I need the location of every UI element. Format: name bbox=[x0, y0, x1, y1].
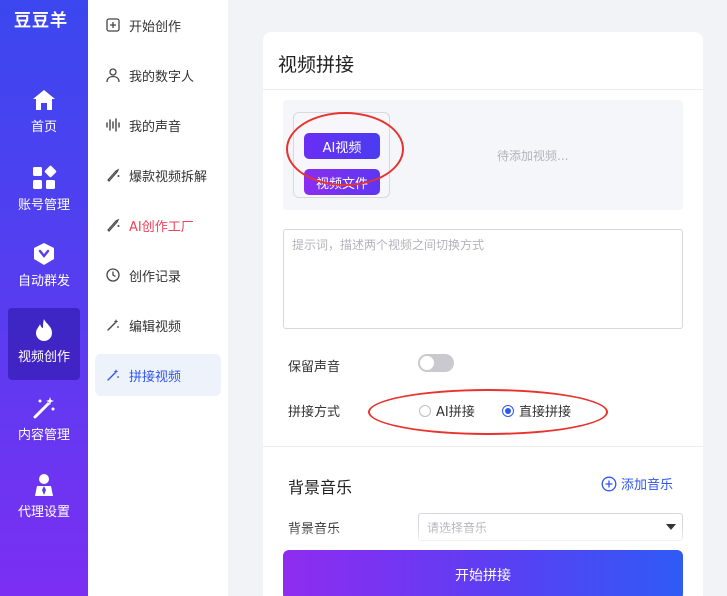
submenu-label: 我的数字人 bbox=[129, 69, 195, 85]
submenu-item-edit-video[interactable]: 编辑视频 bbox=[95, 304, 221, 346]
nav-item-accounts[interactable]: 账号管理 bbox=[8, 156, 80, 228]
video-upload-box: AI视频 视频文件 bbox=[293, 112, 390, 198]
toggle-knob bbox=[420, 356, 434, 370]
nav-item-home[interactable]: 首页 bbox=[8, 78, 80, 150]
submenu-item-viral-breakdown[interactable]: 爆款视频拆解 bbox=[95, 154, 221, 196]
radio-label: 直接拼接 bbox=[519, 405, 572, 420]
clock-icon bbox=[106, 268, 120, 282]
nav-item-proxy-settings[interactable]: 代理设置 bbox=[8, 463, 80, 535]
radio-circle bbox=[502, 404, 514, 417]
submenu-label: AI创作工厂 bbox=[129, 219, 194, 235]
pen-icon bbox=[107, 218, 120, 232]
brand-sidebar: 豆豆羊 首页 账号管理 自动群发 视频创作 内容管理 代理设置 bbox=[0, 0, 88, 596]
video-file-button[interactable]: 视频文件 bbox=[304, 169, 380, 195]
submenu-label: 爆款视频拆解 bbox=[129, 169, 208, 185]
splice-mode-label: 拼接方式 bbox=[288, 405, 341, 420]
radio-direct-splice[interactable]: 直接拼接 bbox=[502, 401, 571, 420]
add-music-label: 添加音乐 bbox=[621, 478, 674, 493]
divider bbox=[263, 446, 703, 447]
submenu-label: 我的声音 bbox=[129, 119, 182, 135]
sound-wave-icon bbox=[106, 118, 120, 132]
nav-label: 首页 bbox=[30, 120, 57, 135]
ai-video-button[interactable]: AI视频 bbox=[304, 133, 380, 159]
wand-icon bbox=[107, 319, 119, 331]
brand-logo: 豆豆羊 bbox=[14, 11, 68, 31]
radio-ai-splice[interactable]: AI拼接 bbox=[419, 401, 475, 420]
submenu-label: 拼接视频 bbox=[129, 369, 182, 385]
nav-label: 内容管理 bbox=[17, 428, 70, 443]
magic-wand-icon bbox=[33, 397, 55, 419]
video-upload-area[interactable]: AI视频 视频文件 待添加视频... bbox=[283, 100, 683, 210]
start-splice-button[interactable]: 开始拼接 bbox=[283, 550, 683, 596]
radio-circle bbox=[419, 404, 431, 417]
pen-icon bbox=[107, 168, 120, 182]
divider bbox=[263, 89, 703, 90]
sub-menu: 开始创作 我的数字人 我的声音 爆款视频拆解 AI创作工厂 创作记录 编辑视频 … bbox=[88, 0, 228, 596]
heart-shield-icon bbox=[34, 243, 54, 265]
keep-audio-toggle[interactable] bbox=[418, 354, 454, 372]
nav-label: 自动群发 bbox=[17, 274, 70, 289]
plus-circle-icon bbox=[601, 476, 617, 491]
nav-item-video-creation[interactable]: 视频创作 bbox=[8, 308, 80, 380]
grid-icon bbox=[33, 165, 57, 189]
submenu-item-my-voice[interactable]: 我的声音 bbox=[95, 104, 221, 146]
nav-label: 视频创作 bbox=[17, 350, 70, 365]
radio-label: AI拼接 bbox=[436, 405, 475, 420]
submenu-label: 开始创作 bbox=[129, 19, 182, 35]
bgm-section-title: 背景音乐 bbox=[288, 478, 353, 497]
keep-audio-label: 保留声音 bbox=[288, 360, 341, 375]
splice-panel: 视频拼接 AI视频 视频文件 待添加视频... 保留声音 拼接方式 AI拼接 直… bbox=[263, 32, 703, 596]
user-icon bbox=[106, 68, 120, 83]
wand-icon bbox=[107, 369, 119, 381]
submenu-item-start-creation[interactable]: 开始创作 bbox=[95, 4, 221, 46]
prompt-input[interactable] bbox=[283, 229, 683, 329]
page-title: 视频拼接 bbox=[278, 54, 355, 76]
upload-placeholder: 待添加视频... bbox=[497, 149, 569, 163]
person-icon bbox=[35, 474, 53, 496]
nav-label: 代理设置 bbox=[17, 505, 70, 520]
nav-label: 账号管理 bbox=[17, 198, 70, 213]
submenu-label: 创作记录 bbox=[129, 269, 182, 285]
new-doc-icon bbox=[106, 18, 120, 32]
home-icon bbox=[33, 90, 55, 110]
nav-item-content-management[interactable]: 内容管理 bbox=[8, 386, 80, 458]
submenu-label: 编辑视频 bbox=[129, 319, 182, 335]
submenu-item-ai-factory[interactable]: AI创作工厂 bbox=[95, 204, 221, 246]
submenu-item-splice-video[interactable]: 拼接视频 bbox=[95, 354, 221, 396]
flame-icon bbox=[36, 319, 52, 341]
nav-item-auto-send[interactable]: 自动群发 bbox=[8, 232, 80, 304]
submenu-item-creation-history[interactable]: 创作记录 bbox=[95, 254, 221, 296]
add-music-button[interactable]: 添加音乐 bbox=[601, 474, 673, 493]
submenu-item-my-digital-human[interactable]: 我的数字人 bbox=[95, 54, 221, 96]
